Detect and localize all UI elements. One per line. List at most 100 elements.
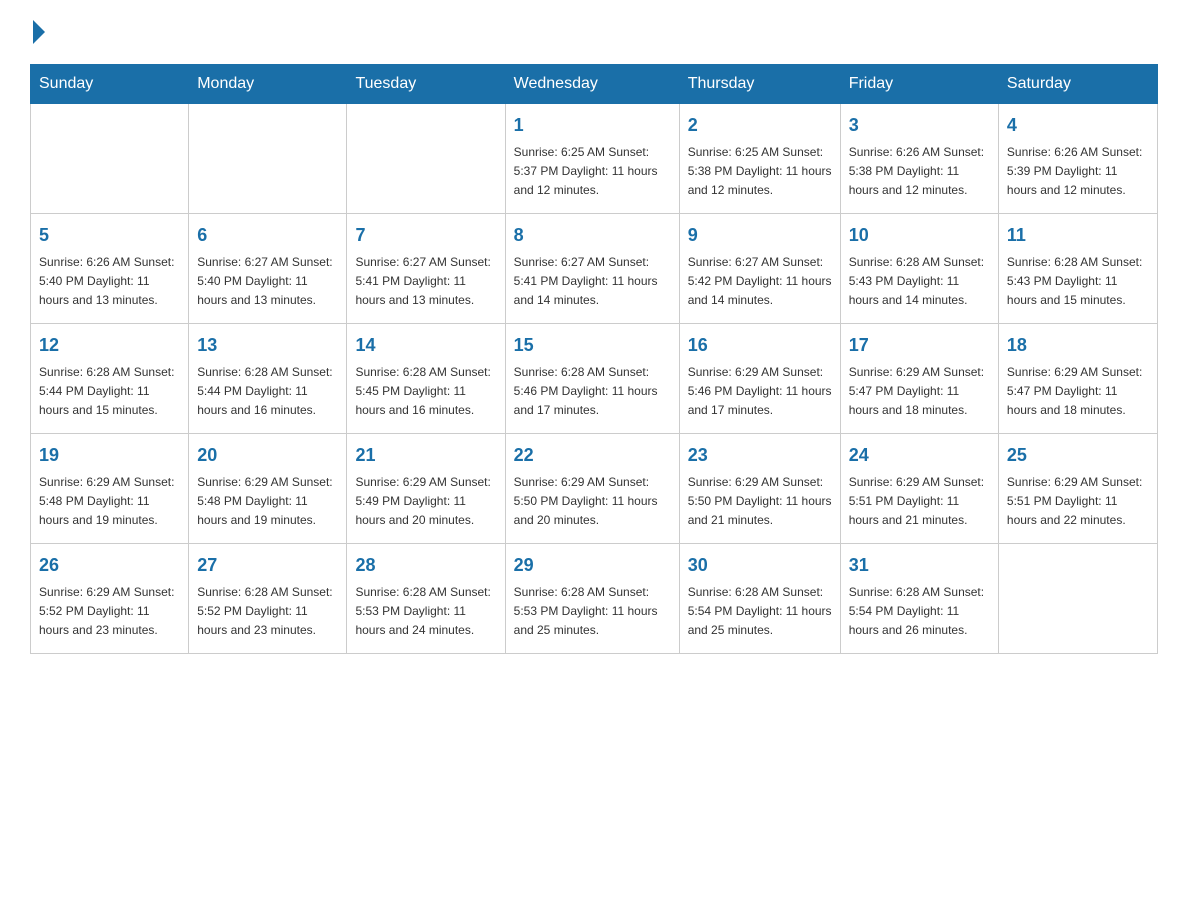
day-info: Sunrise: 6:29 AM Sunset: 5:49 PM Dayligh…	[355, 473, 496, 531]
calendar-cell: 27 Sunrise: 6:28 AM Sunset: 5:52 PM Dayli…	[189, 544, 347, 654]
day-number: 19	[39, 442, 180, 469]
day-info: Sunrise: 6:27 AM Sunset: 5:42 PM Dayligh…	[688, 253, 832, 311]
day-info: Sunrise: 6:28 AM Sunset: 5:43 PM Dayligh…	[1007, 253, 1149, 311]
day-info: Sunrise: 6:29 AM Sunset: 5:47 PM Dayligh…	[1007, 363, 1149, 421]
calendar-week-row: 19 Sunrise: 6:29 AM Sunset: 5:48 PM Dayli…	[31, 434, 1158, 544]
calendar-cell: 2 Sunrise: 6:25 AM Sunset: 5:38 PM Daylig…	[679, 104, 840, 214]
calendar-cell: 5 Sunrise: 6:26 AM Sunset: 5:40 PM Daylig…	[31, 214, 189, 324]
day-number: 7	[355, 222, 496, 249]
day-number: 23	[688, 442, 832, 469]
calendar-cell: 23 Sunrise: 6:29 AM Sunset: 5:50 PM Dayli…	[679, 434, 840, 544]
calendar-cell	[998, 544, 1157, 654]
calendar-cell: 26 Sunrise: 6:29 AM Sunset: 5:52 PM Dayli…	[31, 544, 189, 654]
calendar-cell: 9Sunrise: 6:27 AM Sunset: 5:42 PM Daylig…	[679, 214, 840, 324]
day-number: 18	[1007, 332, 1149, 359]
day-number: 14	[355, 332, 496, 359]
day-info: Sunrise: 6:29 AM Sunset: 5:51 PM Dayligh…	[849, 473, 990, 531]
day-number: 31	[849, 552, 990, 579]
day-info: Sunrise: 6:28 AM Sunset: 5:46 PM Dayligh…	[514, 363, 671, 421]
calendar-cell: 30 Sunrise: 6:28 AM Sunset: 5:54 PM Dayli…	[679, 544, 840, 654]
calendar-cell: 28 Sunrise: 6:28 AM Sunset: 5:53 PM Dayli…	[347, 544, 505, 654]
calendar-cell: 13Sunrise: 6:28 AM Sunset: 5:44 PM Dayli…	[189, 324, 347, 434]
day-info: Sunrise: 6:29 AM Sunset: 5:48 PM Dayligh…	[197, 473, 338, 531]
calendar-header-row: SundayMondayTuesdayWednesdayThursdayFrid…	[31, 65, 1158, 104]
calendar-cell: 31Sunrise: 6:28 AM Sunset: 5:54 PM Dayli…	[840, 544, 998, 654]
day-number: 17	[849, 332, 990, 359]
day-number: 16	[688, 332, 832, 359]
column-header-wednesday: Wednesday	[505, 65, 679, 104]
day-number: 1	[514, 112, 671, 139]
day-info: Sunrise: 6:28 AM Sunset: 5:44 PM Dayligh…	[39, 363, 180, 421]
day-number: 22	[514, 442, 671, 469]
calendar-cell: 12 Sunrise: 6:28 AM Sunset: 5:44 PM Dayli…	[31, 324, 189, 434]
day-info: Sunrise: 6:27 AM Sunset: 5:41 PM Dayligh…	[514, 253, 671, 311]
calendar-cell: 4 Sunrise: 6:26 AM Sunset: 5:39 PM Daylig…	[998, 104, 1157, 214]
day-number: 24	[849, 442, 990, 469]
day-number: 3	[849, 112, 990, 139]
column-header-saturday: Saturday	[998, 65, 1157, 104]
day-info: Sunrise: 6:26 AM Sunset: 5:38 PM Dayligh…	[849, 143, 990, 201]
day-info: Sunrise: 6:29 AM Sunset: 5:50 PM Dayligh…	[688, 473, 832, 531]
day-number: 11	[1007, 222, 1149, 249]
day-info: Sunrise: 6:27 AM Sunset: 5:40 PM Dayligh…	[197, 253, 338, 311]
calendar-cell	[31, 104, 189, 214]
day-number: 2	[688, 112, 832, 139]
day-number: 30	[688, 552, 832, 579]
day-number: 13	[197, 332, 338, 359]
day-number: 15	[514, 332, 671, 359]
day-number: 10	[849, 222, 990, 249]
day-info: Sunrise: 6:26 AM Sunset: 5:40 PM Dayligh…	[39, 253, 180, 311]
calendar-cell: 1Sunrise: 6:25 AM Sunset: 5:37 PM Daylig…	[505, 104, 679, 214]
calendar-cell: 6Sunrise: 6:27 AM Sunset: 5:40 PM Daylig…	[189, 214, 347, 324]
column-header-tuesday: Tuesday	[347, 65, 505, 104]
calendar-cell: 3 Sunrise: 6:26 AM Sunset: 5:38 PM Daylig…	[840, 104, 998, 214]
day-info: Sunrise: 6:25 AM Sunset: 5:38 PM Dayligh…	[688, 143, 832, 201]
column-header-monday: Monday	[189, 65, 347, 104]
day-info: Sunrise: 6:26 AM Sunset: 5:39 PM Dayligh…	[1007, 143, 1149, 201]
calendar-week-row: 12 Sunrise: 6:28 AM Sunset: 5:44 PM Dayli…	[31, 324, 1158, 434]
calendar-cell: 11 Sunrise: 6:28 AM Sunset: 5:43 PM Dayli…	[998, 214, 1157, 324]
calendar-week-row: 26 Sunrise: 6:29 AM Sunset: 5:52 PM Dayli…	[31, 544, 1158, 654]
day-number: 20	[197, 442, 338, 469]
calendar-cell: 20 Sunrise: 6:29 AM Sunset: 5:48 PM Dayli…	[189, 434, 347, 544]
logo	[30, 20, 48, 44]
calendar-cell: 19 Sunrise: 6:29 AM Sunset: 5:48 PM Dayli…	[31, 434, 189, 544]
calendar-week-row: 1Sunrise: 6:25 AM Sunset: 5:37 PM Daylig…	[31, 104, 1158, 214]
day-info: Sunrise: 6:28 AM Sunset: 5:54 PM Dayligh…	[688, 583, 832, 641]
day-number: 29	[514, 552, 671, 579]
day-number: 12	[39, 332, 180, 359]
day-info: Sunrise: 6:29 AM Sunset: 5:51 PM Dayligh…	[1007, 473, 1149, 531]
calendar-cell: 7Sunrise: 6:27 AM Sunset: 5:41 PM Daylig…	[347, 214, 505, 324]
calendar-cell: 16 Sunrise: 6:29 AM Sunset: 5:46 PM Dayli…	[679, 324, 840, 434]
day-info: Sunrise: 6:28 AM Sunset: 5:45 PM Dayligh…	[355, 363, 496, 421]
day-info: Sunrise: 6:29 AM Sunset: 5:50 PM Dayligh…	[514, 473, 671, 531]
day-info: Sunrise: 6:28 AM Sunset: 5:52 PM Dayligh…	[197, 583, 338, 641]
day-info: Sunrise: 6:28 AM Sunset: 5:53 PM Dayligh…	[514, 583, 671, 641]
calendar-cell	[347, 104, 505, 214]
day-number: 28	[355, 552, 496, 579]
day-number: 5	[39, 222, 180, 249]
calendar-week-row: 5 Sunrise: 6:26 AM Sunset: 5:40 PM Daylig…	[31, 214, 1158, 324]
logo-arrow-icon	[33, 20, 45, 44]
day-info: Sunrise: 6:29 AM Sunset: 5:46 PM Dayligh…	[688, 363, 832, 421]
calendar-cell: 21Sunrise: 6:29 AM Sunset: 5:49 PM Dayli…	[347, 434, 505, 544]
calendar-cell: 24 Sunrise: 6:29 AM Sunset: 5:51 PM Dayli…	[840, 434, 998, 544]
day-info: Sunrise: 6:29 AM Sunset: 5:47 PM Dayligh…	[849, 363, 990, 421]
day-number: 25	[1007, 442, 1149, 469]
column-header-thursday: Thursday	[679, 65, 840, 104]
column-header-sunday: Sunday	[31, 65, 189, 104]
calendar-cell: 8 Sunrise: 6:27 AM Sunset: 5:41 PM Daylig…	[505, 214, 679, 324]
day-info: Sunrise: 6:29 AM Sunset: 5:48 PM Dayligh…	[39, 473, 180, 531]
calendar-cell: 10 Sunrise: 6:28 AM Sunset: 5:43 PM Dayli…	[840, 214, 998, 324]
day-number: 26	[39, 552, 180, 579]
day-number: 27	[197, 552, 338, 579]
day-info: Sunrise: 6:29 AM Sunset: 5:52 PM Dayligh…	[39, 583, 180, 641]
day-info: Sunrise: 6:28 AM Sunset: 5:43 PM Dayligh…	[849, 253, 990, 311]
calendar-cell: 25 Sunrise: 6:29 AM Sunset: 5:51 PM Dayli…	[998, 434, 1157, 544]
calendar-cell: 14 Sunrise: 6:28 AM Sunset: 5:45 PM Dayli…	[347, 324, 505, 434]
day-number: 4	[1007, 112, 1149, 139]
calendar-cell: 15 Sunrise: 6:28 AM Sunset: 5:46 PM Dayli…	[505, 324, 679, 434]
calendar-cell: 29 Sunrise: 6:28 AM Sunset: 5:53 PM Dayli…	[505, 544, 679, 654]
day-info: Sunrise: 6:28 AM Sunset: 5:53 PM Dayligh…	[355, 583, 496, 641]
day-number: 8	[514, 222, 671, 249]
